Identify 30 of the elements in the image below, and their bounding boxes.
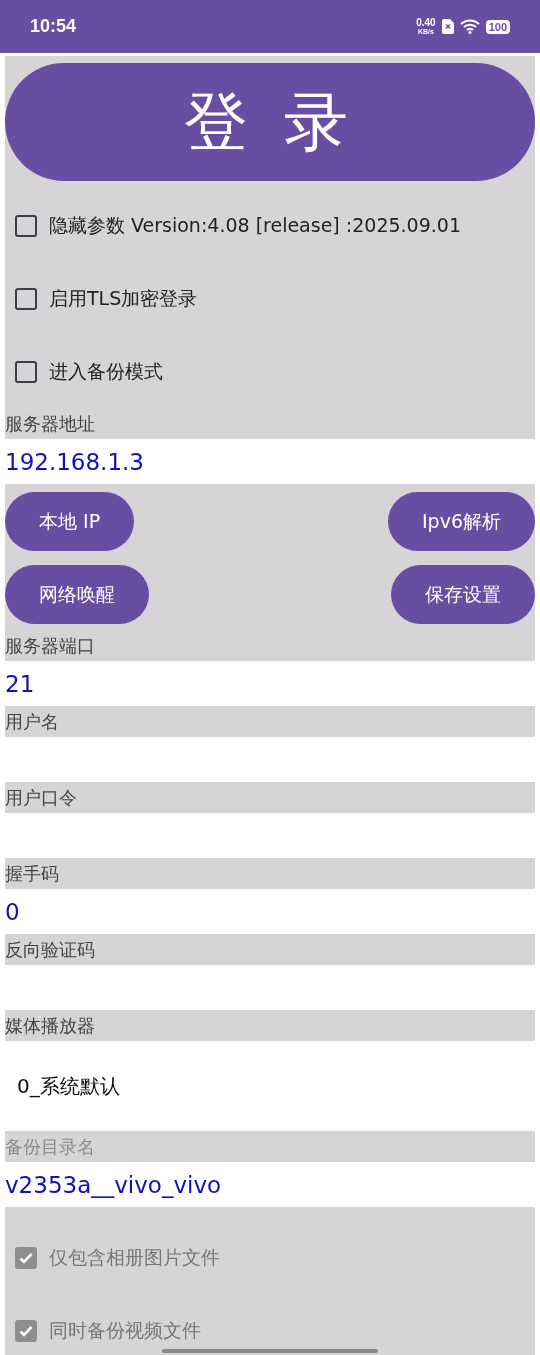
action-button[interactable]: 网络唤醒: [5, 565, 149, 624]
checkbox-label: 启用TLS加密登录: [49, 285, 198, 311]
login-button[interactable]: 登 录: [5, 63, 535, 181]
input-field[interactable]: 21: [5, 661, 535, 706]
field-label: 媒体播放器: [5, 1014, 96, 1038]
field-label: 用户口令: [5, 786, 78, 810]
checkbox-label: 进入备份模式: [49, 358, 163, 384]
network-speed: 0.40: [416, 17, 436, 27]
field-label: 反向验证码: [5, 938, 96, 962]
checkbox-label: 同时备份视频文件: [49, 1317, 201, 1343]
field-label: 用户名: [5, 710, 60, 734]
dropdown[interactable]: 0_系统默认: [5, 1041, 535, 1131]
checkbox-label: 仅包含相册图片文件: [49, 1244, 220, 1270]
sim-icon: [441, 19, 454, 34]
checkbox[interactable]: [15, 360, 37, 383]
clock: 10:54: [30, 16, 77, 37]
checkbox[interactable]: [15, 214, 37, 237]
field-label: 服务器地址: [5, 412, 96, 436]
wifi-icon: [459, 19, 480, 34]
action-button[interactable]: Ipv6解析: [388, 492, 535, 551]
action-button[interactable]: 本地 IP: [5, 492, 135, 551]
checkbox[interactable]: [15, 287, 37, 310]
field-label: 握手码: [5, 862, 60, 886]
checkbox-label: 隐藏参数 Version:4.08 [release] :2025.09.01: [49, 212, 461, 238]
input-field[interactable]: 0: [5, 889, 535, 934]
input-field[interactable]: 192.168.1.3: [5, 439, 535, 484]
battery-level: 100: [485, 19, 510, 34]
field-label: 备份目录名: [5, 1135, 96, 1159]
action-button[interactable]: 保存设置: [391, 565, 535, 624]
field-label: 服务器端口: [5, 634, 96, 658]
